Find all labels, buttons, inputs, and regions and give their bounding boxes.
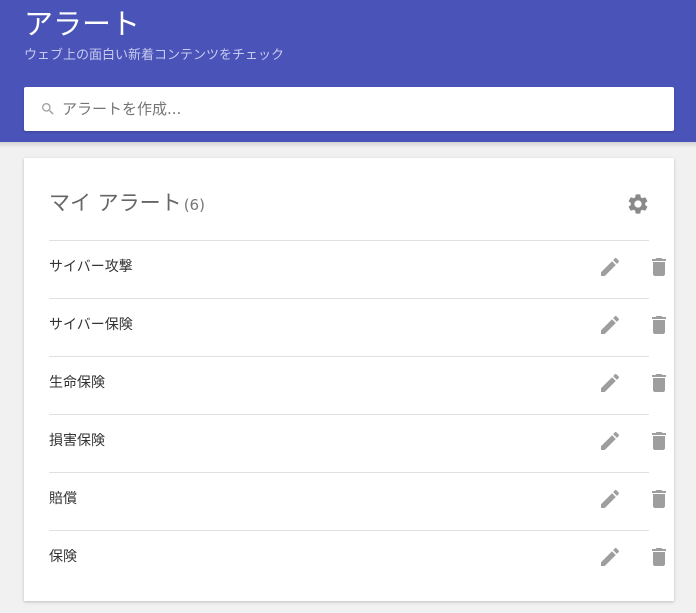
pencil-icon [598, 371, 622, 395]
pencil-icon [598, 255, 622, 279]
alert-list: サイバー攻撃 サイバー保険 生命保険 損害保険 賠償 保険 [49, 240, 666, 588]
alert-row: 生命保険 [49, 356, 666, 414]
pencil-icon [598, 429, 622, 453]
edit-alert-button[interactable] [598, 313, 622, 337]
alert-label[interactable]: 保険 [49, 531, 77, 588]
gear-icon [626, 192, 650, 216]
delete-alert-button[interactable] [647, 255, 671, 279]
my-alerts-card: マイ アラート (6) サイバー攻撃 サイバー保険 生命保険 損害保険 賠償 保… [24, 158, 674, 601]
edit-alert-button[interactable] [598, 487, 622, 511]
alert-row: 賠償 [49, 472, 666, 530]
edit-alert-button[interactable] [598, 371, 622, 395]
pencil-icon [598, 545, 622, 569]
alert-row: 損害保険 [49, 414, 666, 472]
delete-alert-button[interactable] [647, 429, 671, 453]
page-subtitle: ウェブ上の面白い新着コンテンツをチェック [24, 48, 285, 63]
pencil-icon [598, 313, 622, 337]
my-alerts-heading: マイ アラート (6) [49, 188, 205, 218]
alert-label[interactable]: 生命保険 [49, 357, 105, 414]
delete-alert-button[interactable] [647, 313, 671, 337]
alert-label[interactable]: 損害保険 [49, 415, 105, 472]
delete-alert-button[interactable] [647, 545, 671, 569]
pencil-icon [598, 487, 622, 511]
trash-icon [647, 429, 671, 453]
settings-button[interactable] [626, 192, 650, 216]
page-title: アラート [24, 7, 141, 41]
search-box[interactable] [24, 87, 674, 131]
edit-alert-button[interactable] [598, 545, 622, 569]
delete-alert-button[interactable] [647, 487, 671, 511]
my-alerts-title: マイ アラート [49, 191, 182, 215]
delete-alert-button[interactable] [647, 371, 671, 395]
trash-icon [647, 371, 671, 395]
my-alerts-count: (6) [183, 196, 205, 214]
alert-row: 保険 [49, 530, 666, 588]
trash-icon [647, 255, 671, 279]
trash-icon [647, 313, 671, 337]
alert-label[interactable]: サイバー攻撃 [49, 241, 133, 298]
search-icon [40, 101, 56, 117]
trash-icon [647, 487, 671, 511]
app-header: アラート ウェブ上の面白い新着コンテンツをチェック [0, 0, 696, 142]
alert-label[interactable]: 賠償 [49, 473, 77, 530]
alert-row: サイバー保険 [49, 298, 666, 356]
search-input[interactable] [62, 87, 662, 131]
edit-alert-button[interactable] [598, 255, 622, 279]
alert-row: サイバー攻撃 [49, 240, 666, 298]
edit-alert-button[interactable] [598, 429, 622, 453]
header-shadow [0, 142, 696, 148]
trash-icon [647, 545, 671, 569]
alert-label[interactable]: サイバー保険 [49, 299, 133, 356]
